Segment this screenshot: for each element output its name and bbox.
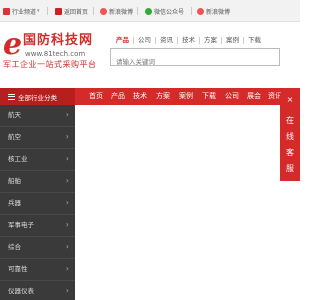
search-tab-companies[interactable]: 公司 <box>133 36 155 44</box>
divider <box>93 7 94 15</box>
chevron-right-icon: › <box>65 110 69 119</box>
sidebar-item-label: 军事电子 <box>8 221 34 229</box>
sidebar-item-military-electronics[interactable]: 军事电子 › <box>0 215 75 237</box>
chevron-right-icon: › <box>65 242 69 251</box>
divider <box>137 7 138 15</box>
search-input[interactable] <box>111 54 279 70</box>
search-box <box>110 48 280 70</box>
all-categories-label: 全部行业分类 <box>18 93 57 102</box>
grid-icon <box>3 7 10 15</box>
sidebar-item-reliability[interactable]: 可靠性 › <box>0 259 75 281</box>
divider <box>47 7 48 15</box>
search-tab-downloads[interactable]: 下载 <box>243 36 265 44</box>
menu-icon <box>8 93 15 100</box>
chevron-right-icon: › <box>65 264 69 273</box>
sidebar-item-label: 仪器仪表 <box>8 287 34 295</box>
sidebar-item-label: 可靠性 <box>8 265 28 273</box>
sidebar-item-aerospace[interactable]: 航天 › <box>0 105 75 127</box>
weibo-link-label: 新浪微博 <box>109 8 134 16</box>
weibo-icon <box>100 7 107 15</box>
sidebar-item-label: 船舶 <box>8 177 21 185</box>
logo-e-icon: e <box>3 27 23 62</box>
logo-url: www.81tech.com <box>25 50 86 58</box>
industry-channel-label: 行业频道 <box>12 8 37 16</box>
sidebar-item-nuclear[interactable]: 核工业 › <box>0 149 75 171</box>
nav-downloads[interactable]: 下载 <box>202 88 216 105</box>
home-link-label: 返回首页 <box>64 8 89 16</box>
sidebar-item-ships[interactable]: 船舶 › <box>0 171 75 193</box>
nav-exhibitions[interactable]: 展会 <box>247 88 261 105</box>
sidebar-item-label: 核工业 <box>8 155 28 163</box>
main-nav: 全部行业分类 首页 产品 技术 方案 案例 下载 公司 展会 资讯 <box>0 88 300 105</box>
chevron-right-icon: › <box>65 132 69 141</box>
search-category-tabs: 产品 公司 资讯 技术 方案 案例 下载 <box>112 35 265 45</box>
chevron-right-icon: › <box>65 176 69 185</box>
search-tab-tech[interactable]: 技术 <box>177 36 199 44</box>
sidebar-item-label: 航空 <box>8 133 21 141</box>
sidebar-item-label: 综合 <box>8 243 21 251</box>
sidebar-item-aviation[interactable]: 航空 › <box>0 127 75 149</box>
nav-tech[interactable]: 技术 <box>133 88 147 105</box>
chevron-right-icon: › <box>65 198 69 207</box>
home-link[interactable]: 返回首页 <box>55 4 88 18</box>
sidebar-item-weapons[interactable]: 兵器 › <box>0 193 75 215</box>
logo-title: 国防科技网 <box>23 33 94 48</box>
weibo-link[interactable]: 新浪微博 <box>100 4 133 18</box>
online-service-panel[interactable]: × 在 线 客 服 <box>280 93 300 181</box>
logo-slogan: 军工企业一站式采购平台 <box>3 60 97 69</box>
all-categories-button[interactable]: 全部行业分类 <box>0 88 75 105</box>
service-char: 在 <box>286 116 294 125</box>
chevron-down-icon: ▾ <box>37 8 40 14</box>
close-icon[interactable]: × <box>280 93 300 107</box>
chevron-right-icon: › <box>65 154 69 163</box>
sidebar-item-general[interactable]: 综合 › <box>0 237 75 259</box>
top-bar: 行业频道 ▾ 返回首页 新浪微博 微信公众号 新浪微博 <box>0 0 300 22</box>
category-sidebar: 航天 › 航空 › 核工业 › 船舶 › 兵器 › 军事电子 › 综合 › 可靠… <box>0 105 75 300</box>
divider <box>191 7 192 15</box>
nav-products[interactable]: 产品 <box>111 88 125 105</box>
service-char: 线 <box>286 132 294 141</box>
weibo-icon <box>197 7 204 15</box>
home-icon <box>55 7 62 15</box>
wechat-icon <box>145 7 152 15</box>
chevron-right-icon: › <box>65 220 69 229</box>
weibo-link-2[interactable]: 新浪微博 <box>197 4 230 18</box>
site-logo[interactable]: e 国防科技网 www.81tech.com 军工企业一站式采购平台 <box>3 30 103 72</box>
search-tab-cases[interactable]: 案例 <box>221 36 243 44</box>
industry-channel-menu[interactable]: 行业频道 ▾ <box>3 4 40 18</box>
search-tab-solutions[interactable]: 方案 <box>199 36 221 44</box>
nav-cases[interactable]: 案例 <box>179 88 193 105</box>
sidebar-item-label: 航天 <box>8 111 21 119</box>
nav-companies[interactable]: 公司 <box>225 88 239 105</box>
search-tab-news[interactable]: 资讯 <box>155 36 177 44</box>
wechat-link-label: 微信公众号 <box>154 8 185 16</box>
search-tab-products[interactable]: 产品 <box>112 36 133 44</box>
wechat-link[interactable]: 微信公众号 <box>145 4 184 18</box>
service-char: 服 <box>286 164 294 173</box>
service-char: 客 <box>286 148 294 157</box>
sidebar-item-instruments[interactable]: 仪器仪表 › <box>0 281 75 300</box>
nav-home[interactable]: 首页 <box>89 88 103 105</box>
weibo-link-2-label: 新浪微博 <box>206 8 231 16</box>
sidebar-item-label: 兵器 <box>8 199 21 207</box>
chevron-right-icon: › <box>65 286 69 295</box>
nav-solutions[interactable]: 方案 <box>156 88 170 105</box>
